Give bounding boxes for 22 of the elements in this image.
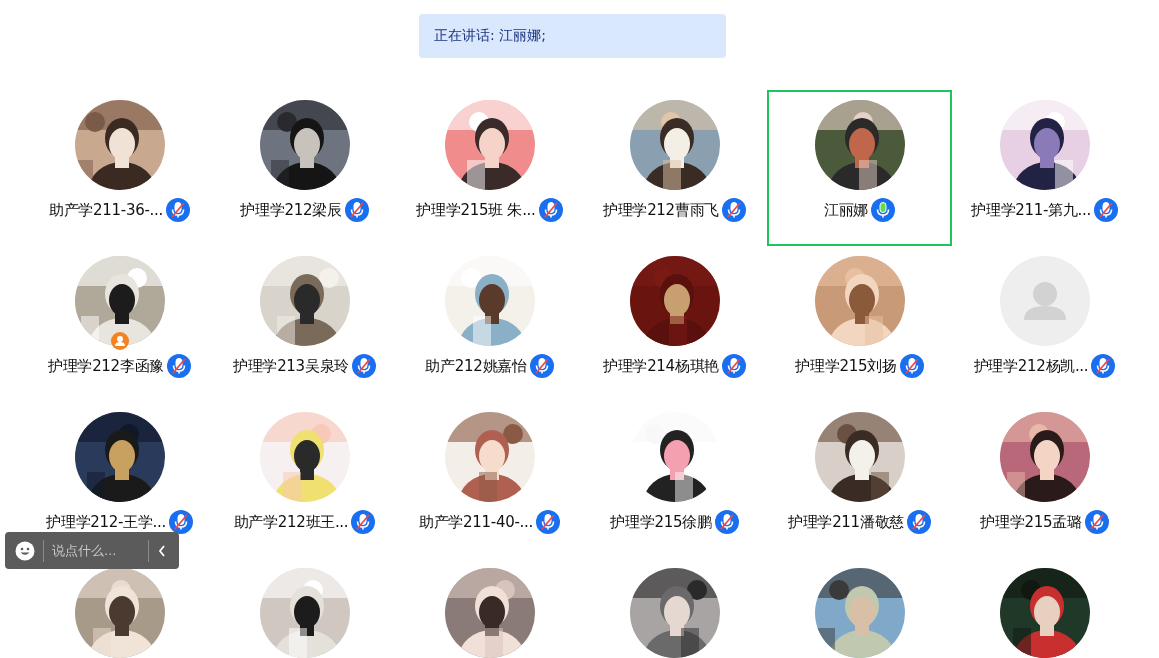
participant-name: 护理学212梁辰	[240, 200, 342, 220]
participant-name: 护理学212李函豫	[48, 356, 164, 376]
participant-name: 助产学211-36-...	[49, 200, 163, 220]
participant-name: 护理学215班 朱...	[416, 200, 536, 220]
participant-name: 助产212姚嘉怡	[425, 356, 527, 376]
participant-name: 江丽娜	[823, 200, 869, 220]
emoji-icon[interactable]	[15, 540, 35, 561]
participant-name: 护理学211潘敬慈	[788, 512, 904, 532]
participant-name: 助产学211-40-...	[419, 512, 533, 532]
collapse-chevron-icon[interactable]	[157, 543, 167, 558]
participant-name: 护理学215刘扬	[795, 356, 897, 376]
participant-name: 护理学211-第九...	[971, 200, 1091, 220]
participant-name: 护理学212-王学...	[46, 512, 166, 532]
participant-name: 护理学215徐鹏	[610, 512, 712, 532]
chat-input-field[interactable]: 说点什么...	[52, 543, 140, 558]
participant-name: 护理学212曹雨飞	[603, 200, 719, 220]
participant-name: 护理学212杨凯...	[973, 356, 1089, 376]
participant-name: 助产学212班王...	[233, 512, 349, 532]
participant-name: 护理学215孟璐	[980, 512, 1082, 532]
participant-name: 护理学213吴泉玲	[233, 356, 349, 376]
speaking-banner: 正在讲话: 江丽娜;	[419, 14, 726, 58]
participant-name: 护理学214杨琪艳	[603, 356, 719, 376]
